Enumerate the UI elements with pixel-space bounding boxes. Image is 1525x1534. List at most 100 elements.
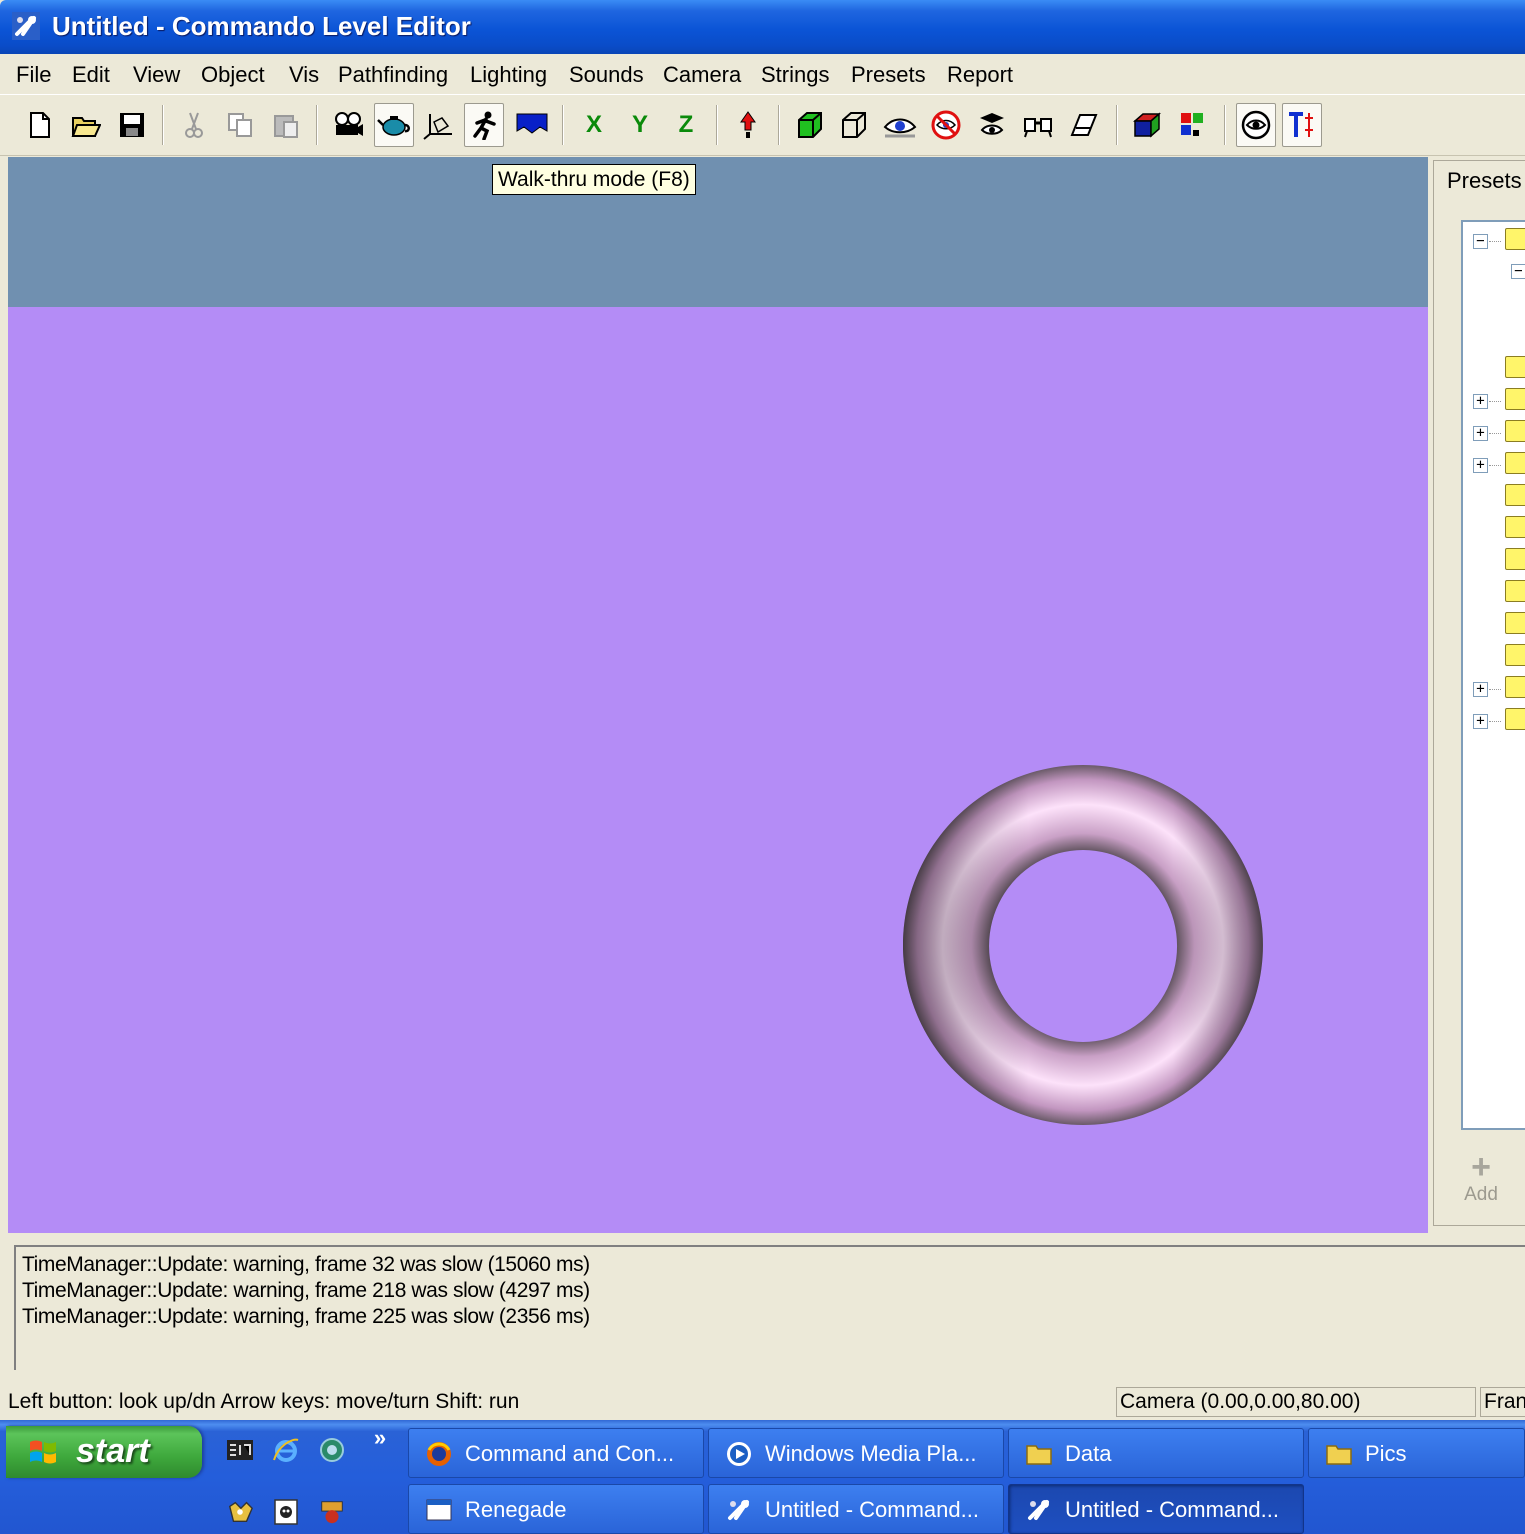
axis-y-button[interactable]: Y — [620, 103, 660, 147]
collapse-icon[interactable]: − — [1473, 234, 1488, 249]
tree-node[interactable]: − — [1501, 260, 1525, 284]
tree-node[interactable]: + — [1463, 454, 1503, 478]
media-player-icon — [727, 1442, 751, 1466]
frame-rate-pane: Fran — [1480, 1387, 1525, 1417]
walk-thru-tooltip: Walk-thru mode (F8) — [492, 164, 696, 195]
task-label: Command and Con... — [465, 1441, 675, 1466]
add-preset-label: Add — [1464, 1184, 1498, 1205]
title-bar[interactable]: Untitled - Commando Level Editor — [0, 0, 1525, 54]
folder-icon — [1505, 676, 1525, 698]
folder-icon — [1505, 708, 1525, 730]
menu-object[interactable]: Object — [201, 60, 265, 90]
folder-icon — [1505, 580, 1525, 602]
task-command-and-conquer[interactable]: Command and Con... — [408, 1428, 704, 1478]
menu-vis[interactable]: Vis — [289, 60, 319, 90]
task-windows-media-player[interactable]: Windows Media Pla... — [708, 1428, 1004, 1478]
menu-presets[interactable]: Presets — [851, 60, 926, 90]
text-tool-button[interactable] — [1282, 103, 1322, 147]
hide-eye-button[interactable] — [926, 103, 966, 147]
task-level-editor-2[interactable]: Untitled - Command... — [1008, 1484, 1304, 1534]
folder-icon — [1505, 516, 1525, 538]
tools-icon — [728, 1500, 749, 1520]
paste-button[interactable] — [266, 103, 306, 147]
fly-mode-button[interactable] — [512, 103, 552, 147]
task-label: Windows Media Pla... — [765, 1441, 977, 1466]
toggle-view-button[interactable] — [1236, 103, 1276, 147]
axes-orbit-icon — [423, 114, 452, 140]
task-label: Pics — [1365, 1441, 1407, 1466]
menu-sounds[interactable]: Sounds — [569, 60, 644, 90]
collapse-icon[interactable]: − — [1511, 264, 1525, 279]
torus-mesh[interactable] — [903, 765, 1263, 1125]
notepad-face-icon[interactable] — [272, 1498, 300, 1526]
task-renegade[interactable]: Renegade — [408, 1484, 704, 1534]
expand-icon[interactable]: + — [1473, 426, 1488, 441]
material-cube-button[interactable] — [1128, 103, 1168, 147]
expand-icon[interactable]: + — [1473, 394, 1488, 409]
presets-tab-label[interactable]: Presets — [1447, 168, 1522, 194]
walk-thru-mode-button[interactable] — [464, 103, 504, 147]
output-log[interactable]: TimeManager::Update: warning, frame 32 w… — [14, 1245, 1525, 1370]
chat-app-icon[interactable] — [318, 1498, 346, 1526]
expand-icon[interactable]: + — [1473, 682, 1488, 697]
axis-x-button[interactable]: X — [574, 103, 614, 147]
menu-edit[interactable]: Edit — [72, 60, 110, 90]
menu-strings[interactable]: Strings — [761, 60, 829, 90]
tree-node[interactable]: + — [1463, 422, 1503, 446]
task-pics-folder[interactable]: Pics — [1308, 1428, 1525, 1478]
color-blocks-button[interactable] — [1172, 103, 1212, 147]
menu-lighting[interactable]: Lighting — [470, 60, 547, 90]
task-data-folder[interactable]: Data — [1008, 1428, 1304, 1478]
folder-icon — [1505, 420, 1525, 442]
internet-explorer-icon[interactable] — [272, 1436, 300, 1464]
cut-button[interactable] — [174, 103, 214, 147]
presets-panel: Presets − − + + + + + + Add — [1430, 157, 1525, 1233]
presets-tree[interactable]: − − + + + + + — [1461, 220, 1525, 1130]
camera-mode-button[interactable] — [328, 103, 368, 147]
scissors-icon — [185, 112, 203, 138]
expand-icon[interactable]: + — [1473, 714, 1488, 729]
task-level-editor-1[interactable]: Untitled - Command... — [708, 1484, 1004, 1534]
media-globe-icon[interactable] — [318, 1436, 346, 1464]
expand-icon[interactable]: + — [1473, 458, 1488, 473]
drop-to-ground-button[interactable] — [728, 103, 768, 147]
save-file-button[interactable] — [112, 103, 152, 147]
orbit-mode-button[interactable] — [418, 103, 458, 147]
tree-node[interactable]: + — [1463, 678, 1503, 702]
start-button[interactable]: start — [6, 1426, 202, 1478]
windows-flag-icon — [30, 1440, 56, 1464]
taskbar: start » Command and Con... Windows Media… — [0, 1420, 1525, 1534]
tray-app-icon[interactable] — [226, 1498, 254, 1526]
wireframe-cube-button[interactable] — [834, 103, 874, 147]
open-file-button[interactable] — [66, 103, 106, 147]
menu-view[interactable]: View — [133, 60, 180, 90]
menu-file[interactable]: File — [16, 60, 51, 90]
color-blocks-icon — [1181, 113, 1203, 136]
axis-y-label: Y — [631, 111, 648, 138]
folder-icon — [1505, 356, 1525, 378]
object-mode-button[interactable] — [374, 103, 414, 147]
vis-sector-button[interactable] — [1018, 103, 1058, 147]
add-preset-button[interactable]: + Add — [1456, 1150, 1506, 1210]
save-disk-icon — [120, 113, 144, 137]
axis-z-button[interactable]: Z — [666, 103, 706, 147]
folder-icon — [1505, 484, 1525, 506]
menu-bar: File Edit View Object Vis Pathfinding Li… — [0, 54, 1525, 94]
game-2142-icon[interactable] — [226, 1436, 254, 1464]
tree-node[interactable]: + — [1463, 710, 1503, 734]
tree-node[interactable]: − — [1463, 230, 1503, 254]
menu-report[interactable]: Report — [947, 60, 1013, 90]
solid-cube-button[interactable] — [790, 103, 830, 147]
copy-button[interactable] — [220, 103, 260, 147]
view-eye-button[interactable] — [880, 103, 920, 147]
quick-launch-overflow[interactable]: » — [366, 1424, 394, 1452]
folder-icon — [1505, 388, 1525, 410]
menu-pathfinding[interactable]: Pathfinding — [338, 60, 448, 90]
vis-point-button[interactable] — [972, 103, 1012, 147]
3d-viewport[interactable] — [8, 157, 1428, 1233]
new-file-button[interactable] — [20, 103, 60, 147]
tree-node[interactable]: + — [1463, 390, 1503, 414]
menu-camera[interactable]: Camera — [663, 60, 741, 90]
plane-button[interactable] — [1064, 103, 1104, 147]
running-man-icon — [473, 111, 496, 140]
